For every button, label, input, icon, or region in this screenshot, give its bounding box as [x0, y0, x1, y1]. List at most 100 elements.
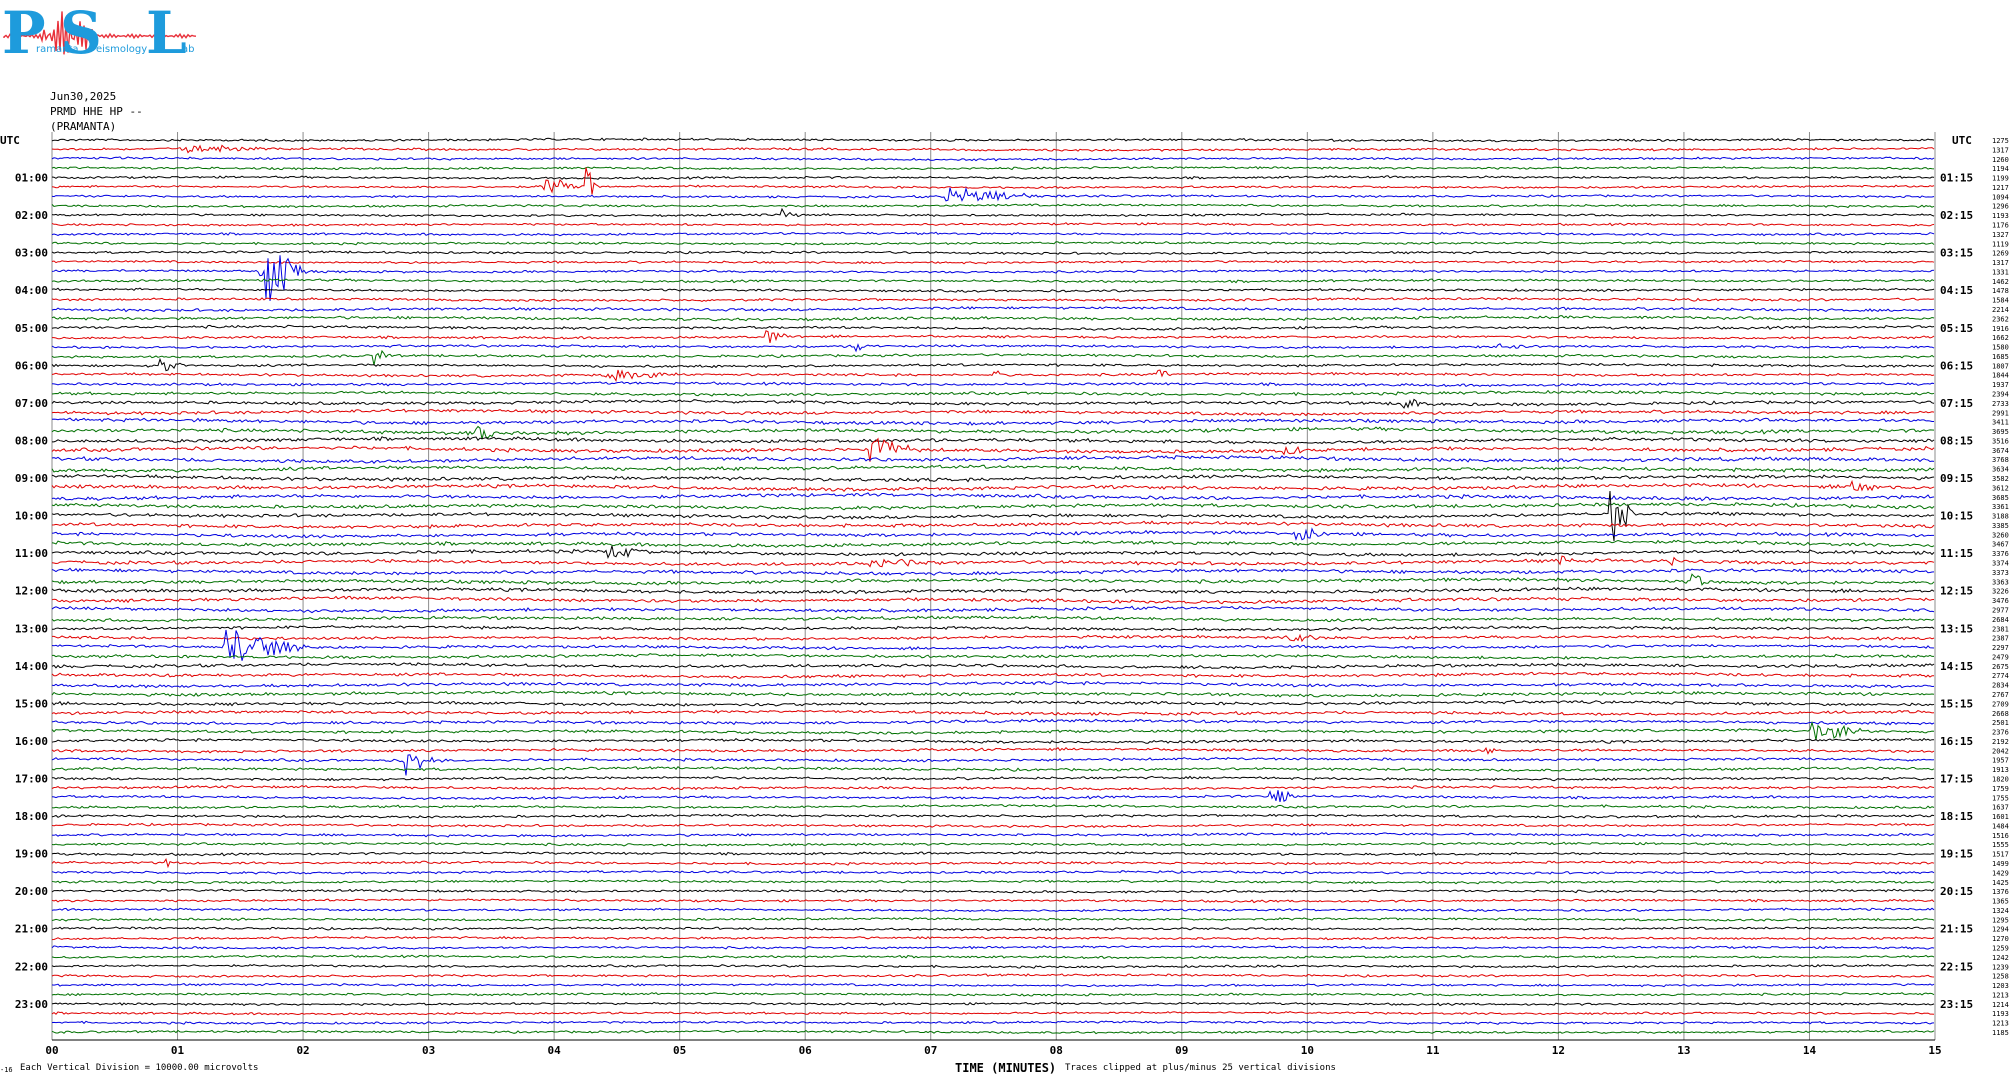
- line-count-label: 1331: [1992, 268, 2009, 276]
- trace-line-76: [51, 851, 1935, 857]
- line-count-label: 1327: [1992, 231, 2009, 239]
- line-count-label: 3376: [1992, 550, 2009, 558]
- trace-line-12: [51, 250, 1935, 256]
- line-count-label: 1259: [1992, 944, 2009, 952]
- line-count-label: 1213: [1992, 991, 2009, 999]
- hour-label-right: 18:15: [1940, 810, 1973, 823]
- hour-label-right: 16:15: [1940, 735, 1973, 748]
- hour-label-left: 08:00: [15, 434, 48, 447]
- line-count-label: 3582: [1992, 475, 2009, 483]
- trace-line-46: [51, 567, 1935, 576]
- trace-line-48: [51, 586, 1935, 595]
- trace-line-27: [51, 389, 1935, 397]
- hour-label-right: 04:15: [1940, 284, 1973, 297]
- footer-left-mark: -16: [0, 1066, 13, 1074]
- trace-line-11: [51, 240, 1935, 246]
- line-count-label: 1484: [1992, 822, 2009, 830]
- hour-label-right: 10:15: [1940, 510, 1973, 523]
- hour-label-right: 06:15: [1940, 359, 1973, 372]
- hour-label-left: 16:00: [15, 735, 48, 748]
- line-count-label: 1478: [1992, 287, 2009, 295]
- trace-line-33: [51, 437, 1935, 462]
- x-tick-label: 07: [924, 1044, 937, 1057]
- line-count-label: 3476: [1992, 597, 2009, 605]
- trace-line-50: [51, 605, 1935, 614]
- trace-line-74: [51, 832, 1935, 838]
- x-tick-label: 09: [1175, 1044, 1188, 1057]
- line-count-label: 3411: [1992, 419, 2009, 427]
- trace-line-94: [51, 1020, 1935, 1025]
- trace-line-81: [51, 898, 1935, 904]
- line-count-label: 1203: [1992, 982, 2009, 990]
- line-count-label: 1807: [1992, 362, 2009, 370]
- line-count-label: 1242: [1992, 954, 2009, 962]
- x-tick-label: 06: [799, 1044, 813, 1057]
- x-tick-label: 00: [45, 1044, 58, 1057]
- line-count-label: 1258: [1992, 973, 2009, 981]
- line-count-label: 1239: [1992, 963, 2009, 971]
- trace-line-4: [51, 175, 1935, 180]
- trace-line-35: [51, 464, 1935, 474]
- hour-label-right: 13:15: [1940, 622, 1973, 635]
- trace-line-13: [51, 259, 1935, 265]
- line-count-label: 3260: [1992, 531, 2009, 539]
- hour-label-left: 04:00: [15, 284, 48, 297]
- trace-line-91: [51, 992, 1935, 997]
- line-count-label: 1376: [1992, 888, 2009, 896]
- line-count-label: 3373: [1992, 569, 2009, 577]
- x-axis-title: TIME (MINUTES): [955, 1061, 1057, 1075]
- line-count-label: 2192: [1992, 738, 2009, 746]
- hour-label-left: 05:00: [15, 322, 48, 335]
- trace-line-72: [51, 813, 1935, 819]
- trace-line-10: [51, 231, 1935, 237]
- line-count-label: 1199: [1992, 175, 2009, 183]
- trace-line-78: [51, 869, 1935, 876]
- trace-line-39: [51, 502, 1935, 511]
- line-count-label: 1916: [1992, 325, 2009, 333]
- x-tick-label: 08: [1050, 1044, 1063, 1057]
- trace-line-3: [51, 165, 1935, 171]
- line-count-label: 3685: [1992, 494, 2009, 502]
- trace-line-83: [51, 917, 1935, 922]
- trace-line-24: [51, 357, 1935, 372]
- trace-line-64: [51, 737, 1935, 744]
- trace-line-15: [51, 278, 1935, 284]
- grid: [51, 132, 1936, 1041]
- trace-line-31: [51, 425, 1935, 440]
- hour-label-left: 22:00: [15, 960, 48, 973]
- trace-line-32: [52, 436, 1935, 445]
- line-count-label: 1755: [1992, 794, 2009, 802]
- traces: [51, 137, 1935, 1035]
- line-count-label: 1185: [1992, 1029, 2009, 1037]
- x-tick-label: 12: [1552, 1044, 1565, 1057]
- trace-line-77: [51, 857, 1935, 869]
- trace-line-8: [51, 207, 1935, 218]
- hour-label-right: 08:15: [1940, 434, 1973, 447]
- line-count-label: 3361: [1992, 503, 2009, 511]
- hour-label-right: 23:15: [1940, 998, 1973, 1011]
- trace-line-29: [51, 408, 1935, 417]
- trace-line-66: [51, 754, 1935, 776]
- line-count-label: 3226: [1992, 588, 2009, 596]
- x-tick-label: 15: [1928, 1044, 1941, 1057]
- trace-line-65: [51, 746, 1935, 755]
- trace-line-57: [51, 671, 1934, 679]
- trace-line-61: [51, 709, 1935, 717]
- line-count-label: 1176: [1992, 222, 2009, 230]
- trace-line-41: [51, 520, 1935, 530]
- trace-line-70: [51, 790, 1935, 803]
- trace-line-18: [51, 305, 1935, 313]
- line-count-label: 1217: [1992, 184, 2009, 192]
- line-count-label: 3634: [1992, 466, 2009, 474]
- line-count-label: 3188: [1992, 513, 2009, 521]
- line-count-label: 1662: [1992, 334, 2009, 342]
- hour-label-right: 20:15: [1940, 885, 1973, 898]
- trace-line-47: [51, 573, 1935, 586]
- trace-line-93: [51, 1011, 1935, 1016]
- line-count-label: 1275: [1992, 137, 2009, 145]
- hour-label-right: 15:15: [1940, 697, 1973, 710]
- line-count-label: 1425: [1992, 879, 2009, 887]
- hour-label-left: 07:00: [15, 397, 48, 410]
- trace-line-38: [51, 492, 1935, 502]
- line-count-label: 3612: [1992, 484, 2009, 492]
